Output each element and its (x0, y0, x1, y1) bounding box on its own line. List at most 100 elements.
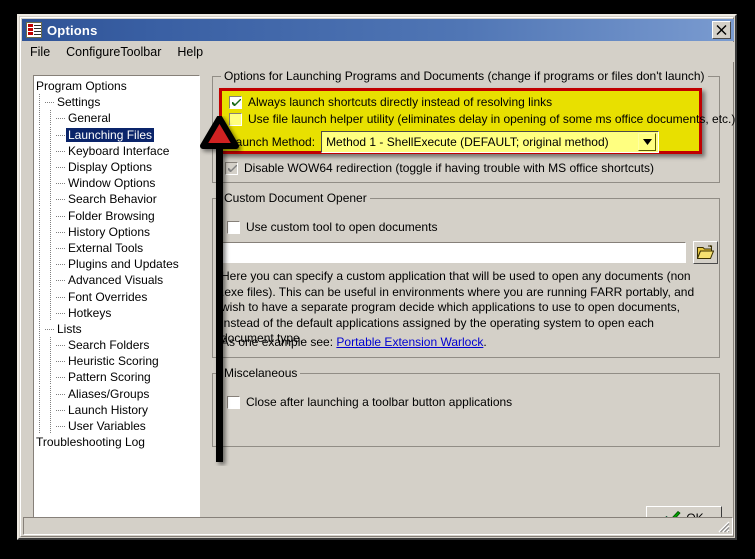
tree-item-general[interactable]: General (34, 110, 199, 127)
tree-indent (45, 159, 56, 176)
tree-indent (45, 272, 56, 289)
close-after-launching-checkbox[interactable] (227, 395, 240, 409)
miscelaneous-group: Miscelaneous (212, 366, 720, 447)
custom-tool-path-input[interactable] (220, 242, 686, 263)
tree-line (50, 401, 51, 418)
tree-item-launch-history[interactable]: Launch History (34, 401, 199, 418)
highlighted-launch-options-panel: Always launch shortcuts directly instead… (219, 88, 735, 154)
tree-item-lists[interactable]: Lists (34, 320, 199, 337)
tree-item-plugins-and-updates[interactable]: Plugins and Updates (34, 256, 199, 273)
tree-item-label: Launching Files (66, 127, 155, 142)
tree-item-window-options[interactable]: Window Options (34, 175, 199, 192)
menu-file[interactable]: File (22, 43, 58, 61)
tree-item-external-tools[interactable]: External Tools (34, 239, 199, 256)
tree-line (50, 272, 51, 289)
always-launch-shortcuts-checkbox[interactable] (229, 95, 242, 109)
tree-dash (56, 312, 65, 314)
tree-item-program-options[interactable]: Program Options (34, 78, 199, 94)
tree-item-keyboard-interface[interactable]: Keyboard Interface (34, 142, 199, 159)
menu-configure-toolbar[interactable]: ConfigureToolbar (58, 43, 169, 61)
close-button[interactable] (712, 21, 731, 39)
tree-line (50, 337, 51, 354)
tree-connector (56, 240, 66, 256)
tree-indent (45, 401, 56, 418)
tree-item-search-folders[interactable]: Search Folders (34, 337, 199, 354)
tree-item-label: Plugins and Updates (68, 257, 179, 272)
use-file-launch-helper-row[interactable]: Use file launch helper utility (eliminat… (229, 112, 735, 126)
tree-item-troubleshooting-log[interactable]: Troubleshooting Log (34, 434, 199, 450)
tree-dash (56, 409, 65, 411)
tree-indent (34, 110, 45, 127)
tree-indent (34, 94, 45, 111)
tree-item-label: Display Options (68, 160, 153, 175)
chevron-down-icon[interactable] (638, 133, 657, 151)
use-custom-tool-row[interactable]: Use custom tool to open documents (227, 220, 437, 234)
tree-line (50, 126, 51, 143)
tree-line (39, 191, 40, 208)
portable-extension-warlock-link[interactable]: Portable Extension Warlock (336, 335, 483, 349)
tree-indent (34, 256, 45, 273)
tree-dash (56, 345, 65, 347)
tree-item-history-options[interactable]: History Options (34, 223, 199, 240)
miscelaneous-group-title: Miscelaneous (221, 366, 301, 380)
tree-indent (45, 353, 56, 370)
tree-indent (34, 191, 45, 208)
tree-item-advanced-visuals[interactable]: Advanced Visuals (34, 272, 199, 289)
menu-help[interactable]: Help (169, 43, 211, 61)
tree-line (39, 110, 40, 127)
tree-item-font-overrides[interactable]: Font Overrides (34, 288, 199, 305)
tree-item-search-behavior[interactable]: Search Behavior (34, 191, 199, 208)
resize-grip-icon[interactable] (716, 519, 730, 533)
tree-item-user-variables[interactable]: User Variables (34, 418, 199, 435)
tree-line (39, 304, 40, 321)
always-launch-shortcuts-label: Always launch shortcuts directly instead… (248, 95, 553, 109)
tree-line (39, 288, 40, 305)
tree-indent (45, 256, 56, 273)
tree-dash (56, 118, 65, 120)
tree-line (50, 223, 51, 240)
tree-item-pattern-scoring[interactable]: Pattern Scoring (34, 369, 199, 386)
browse-button[interactable] (693, 241, 718, 264)
tree-dash (56, 280, 65, 282)
group-border (212, 373, 720, 447)
tree-indent (45, 207, 56, 224)
tree-line (39, 369, 40, 386)
tree-connector (56, 402, 66, 418)
tree-indent (34, 159, 45, 176)
tree-connector (56, 418, 66, 434)
tree-item-label: Folder Browsing (68, 208, 155, 223)
tree-line (39, 353, 40, 370)
tree-item-display-options[interactable]: Display Options (34, 159, 199, 176)
check-icon (232, 98, 241, 106)
launch-method-row: Launch Method: Method 1 - ShellExecute (… (229, 131, 695, 153)
tree-line (39, 239, 40, 256)
tree-indent (45, 369, 56, 386)
tree-indent (34, 369, 45, 386)
always-launch-shortcuts-row[interactable]: Always launch shortcuts directly instead… (229, 95, 552, 109)
tree-item-aliases-groups[interactable]: Aliases/Groups (34, 385, 199, 402)
use-custom-tool-checkbox[interactable] (227, 220, 240, 234)
tree-item-launching-files[interactable]: Launching Files (34, 126, 199, 143)
tree-item-folder-browsing[interactable]: Folder Browsing (34, 207, 199, 224)
tree-indent (45, 191, 56, 208)
tree-item-hotkeys[interactable]: Hotkeys (34, 304, 199, 321)
tree-item-settings[interactable]: Settings (34, 94, 199, 111)
launch-method-label: Launch Method: (229, 135, 316, 149)
close-after-launching-row[interactable]: Close after launching a toolbar button a… (227, 395, 512, 409)
tree-item-heuristic-scoring[interactable]: Heuristic Scoring (34, 353, 199, 370)
use-file-launch-helper-checkbox[interactable] (229, 112, 242, 126)
title-bar: Options (22, 19, 734, 41)
launch-method-combobox[interactable]: Method 1 - ShellExecute (DEFAULT; origin… (321, 131, 660, 153)
tree-dash (56, 183, 65, 185)
tree-dash (56, 134, 65, 136)
disable-wow64-checkbox[interactable] (225, 161, 238, 175)
tree-line (39, 142, 40, 159)
settings-pane: Options for Launching Programs and Docum… (212, 69, 735, 548)
launching-options-group-title: Options for Launching Programs and Docum… (221, 69, 708, 83)
tree-line (50, 369, 51, 386)
open-folder-icon (697, 245, 714, 259)
tree-indent (45, 418, 56, 435)
disable-wow64-row[interactable]: Disable WOW64 redirection (toggle if hav… (225, 161, 654, 175)
tree-indent (34, 385, 45, 402)
options-tree[interactable]: Program Options Settings General Launching … (33, 75, 200, 524)
